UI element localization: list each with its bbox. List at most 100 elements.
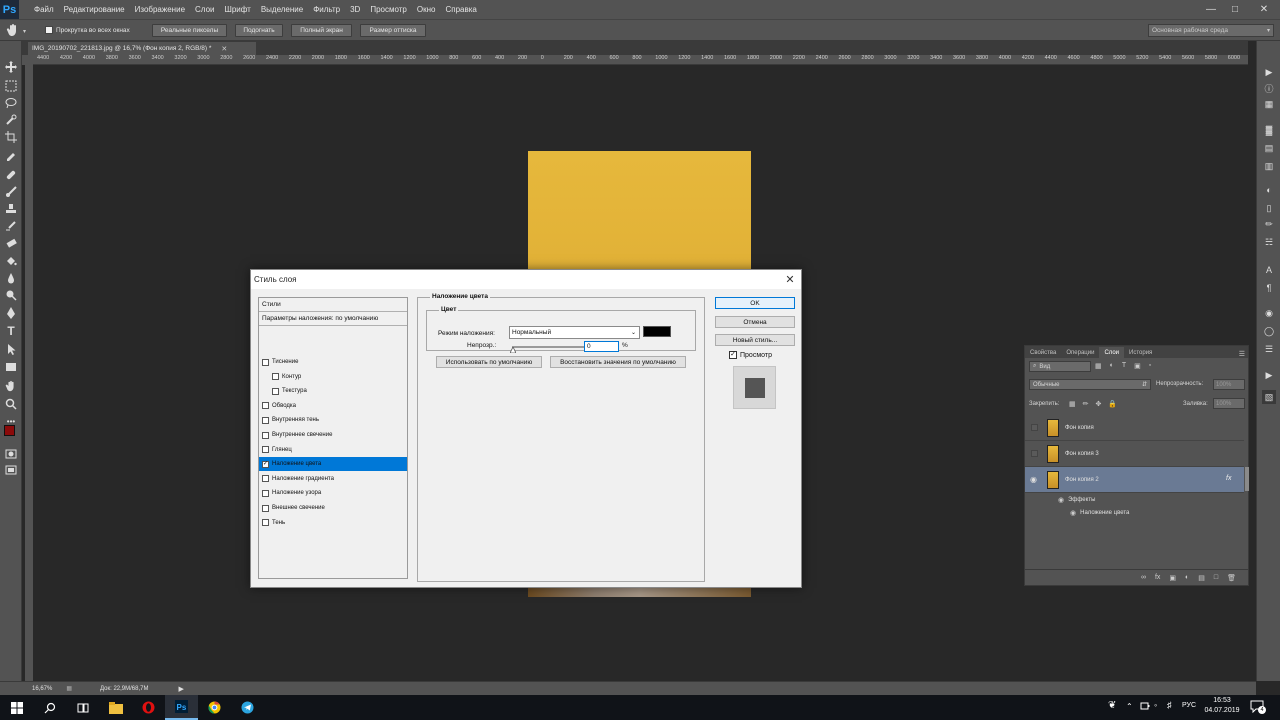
- layers-scrollbar[interactable]: [1245, 467, 1249, 491]
- new-group-icon[interactable]: ▤: [1198, 574, 1205, 582]
- style-item[interactable]: Обводка: [259, 399, 407, 413]
- delete-layer-icon[interactable]: 🗑: [1227, 574, 1236, 582]
- healing-brush-tool-icon[interactable]: [3, 167, 19, 183]
- style-checkbox[interactable]: [262, 358, 269, 366]
- eye-icon[interactable]: ◉: [1030, 475, 1037, 484]
- zoom-tool-icon[interactable]: [3, 396, 19, 412]
- menu-view[interactable]: Просмотр: [365, 0, 412, 19]
- dodge-tool-icon[interactable]: [3, 287, 19, 303]
- tool-preset-chevron-icon[interactable]: ▾: [23, 28, 26, 35]
- brush-settings-icon[interactable]: ▥: [1262, 159, 1276, 173]
- style-checkbox[interactable]: [262, 489, 269, 497]
- tab-actions[interactable]: Операции: [1061, 347, 1099, 358]
- style-checkbox[interactable]: [272, 387, 279, 395]
- character-panel-icon[interactable]: A: [1262, 263, 1276, 277]
- style-checkbox[interactable]: [272, 373, 279, 381]
- pen-tool-icon[interactable]: [3, 305, 19, 321]
- close-window-button[interactable]: ✕: [1252, 0, 1276, 19]
- filter-shape-icon[interactable]: ▣: [1134, 362, 1141, 370]
- opacity-field[interactable]: 100%: [1213, 379, 1245, 390]
- panel-menu-icon[interactable]: ☰: [1239, 350, 1245, 358]
- style-checkbox[interactable]: ✓: [262, 460, 269, 468]
- start-button[interactable]: [0, 695, 33, 720]
- style-checkbox[interactable]: [262, 504, 269, 512]
- mesh-panel-icon[interactable]: ▦: [1262, 97, 1276, 111]
- layer-row[interactable]: Фон копия 3: [1025, 441, 1244, 467]
- style-item[interactable]: Текстура: [259, 384, 407, 398]
- effects-row[interactable]: ◉ Эффекты: [1025, 493, 1244, 506]
- quick-select-tool-icon[interactable]: [3, 112, 19, 128]
- filter-smart-icon[interactable]: ▫: [1149, 362, 1151, 370]
- hand-tool-icon[interactable]: [3, 378, 19, 394]
- styles-panel-icon[interactable]: ▯: [1262, 201, 1276, 215]
- path-select-tool-icon[interactable]: [3, 341, 19, 357]
- style-item[interactable]: ✓ Наложение цвета: [259, 457, 407, 472]
- style-checkbox[interactable]: [262, 446, 269, 454]
- maximize-button[interactable]: □: [1223, 0, 1247, 19]
- style-checkbox[interactable]: [262, 519, 269, 527]
- fit-screen-button[interactable]: Подогнать: [235, 24, 283, 37]
- opera-icon[interactable]: [132, 695, 165, 720]
- screen-mode-icon[interactable]: [3, 462, 19, 478]
- menu-help[interactable]: Справка: [440, 0, 481, 19]
- style-item[interactable]: Тиснение: [259, 355, 407, 369]
- file-explorer-icon[interactable]: [99, 695, 132, 720]
- language-indicator[interactable]: РУС: [1182, 702, 1196, 709]
- menu-filter[interactable]: Фильтр: [308, 0, 345, 19]
- filter-pixel-icon[interactable]: ▦: [1095, 362, 1102, 370]
- style-item[interactable]: Наложение узора: [259, 486, 407, 500]
- cancel-button[interactable]: Отмена: [715, 316, 795, 328]
- fx-icon[interactable]: fx: [1226, 475, 1231, 482]
- layers-panel-icon[interactable]: ▧: [1262, 390, 1276, 404]
- scroll-all-windows-checkbox[interactable]: Прокрутка во всех окнах: [45, 26, 130, 34]
- foreground-color-swatch[interactable]: [4, 425, 15, 436]
- eye-icon[interactable]: ◉: [1058, 496, 1064, 504]
- menu-window[interactable]: Окно: [412, 0, 441, 19]
- battery-icon[interactable]: [1140, 701, 1150, 711]
- filter-type-icon[interactable]: T: [1122, 362, 1126, 370]
- style-item[interactable]: Тень: [259, 516, 407, 530]
- style-checkbox[interactable]: [262, 402, 269, 410]
- hand-tool-icon[interactable]: [6, 23, 20, 37]
- close-icon[interactable]: ✕: [783, 272, 797, 286]
- menu-edit[interactable]: Редактирование: [59, 0, 130, 19]
- menu-type[interactable]: Шрифт: [219, 0, 255, 19]
- history-brush-tool-icon[interactable]: [3, 218, 19, 234]
- style-item[interactable]: Наложение градиента: [259, 472, 407, 486]
- brush-presets-icon[interactable]: ✏: [1262, 217, 1276, 231]
- overlay-color-swatch[interactable]: [643, 326, 671, 337]
- style-item[interactable]: Внутренняя тень: [259, 413, 407, 427]
- checkbox-icon[interactable]: [45, 26, 53, 34]
- layer-comps-icon[interactable]: ▤: [1262, 141, 1276, 155]
- style-checkbox[interactable]: [262, 475, 269, 483]
- print-size-button[interactable]: Размер оттиска: [360, 24, 426, 37]
- style-item[interactable]: Внутреннее свечение: [259, 428, 407, 442]
- telegram-icon[interactable]: [231, 695, 264, 720]
- quick-mask-icon[interactable]: [3, 446, 19, 462]
- new-layer-icon[interactable]: □: [1214, 574, 1218, 581]
- paint-bucket-tool-icon[interactable]: [3, 253, 19, 269]
- paragraph-panel-icon[interactable]: ¶: [1262, 281, 1276, 295]
- dialog-title-bar[interactable]: Стиль слоя: [251, 270, 801, 289]
- info-panel-icon[interactable]: ⓘ: [1262, 81, 1276, 95]
- notifications-icon[interactable]: 4: [1250, 699, 1266, 715]
- menu-select[interactable]: Выделение: [256, 0, 308, 19]
- crop-tool-icon[interactable]: [3, 129, 19, 145]
- volume-icon[interactable]: ♯: [1167, 700, 1172, 710]
- tray-chevron-icon[interactable]: ⌃: [1126, 702, 1133, 711]
- blending-options-item[interactable]: Параметры наложения: по умолчанию: [259, 312, 407, 326]
- link-layers-icon[interactable]: ∞: [1141, 574, 1146, 581]
- properties-panel-icon[interactable]: ☰: [1262, 342, 1276, 356]
- eyedropper-tool-icon[interactable]: [3, 147, 19, 163]
- tab-properties[interactable]: Свойства: [1025, 347, 1061, 358]
- checkmark-icon[interactable]: ✓: [729, 351, 737, 359]
- people-icon[interactable]: ❦: [1108, 700, 1116, 711]
- adjustments-panel-icon[interactable]: ◐: [1262, 183, 1276, 197]
- style-checkbox[interactable]: [262, 431, 269, 439]
- lock-position-icon[interactable]: ✥: [1096, 400, 1102, 408]
- slider-handle-icon[interactable]: [510, 347, 516, 353]
- chrome-icon[interactable]: [198, 695, 231, 720]
- eraser-tool-icon[interactable]: [3, 235, 19, 251]
- ok-button[interactable]: OK: [715, 297, 795, 309]
- brush-tool-icon[interactable]: [3, 184, 19, 200]
